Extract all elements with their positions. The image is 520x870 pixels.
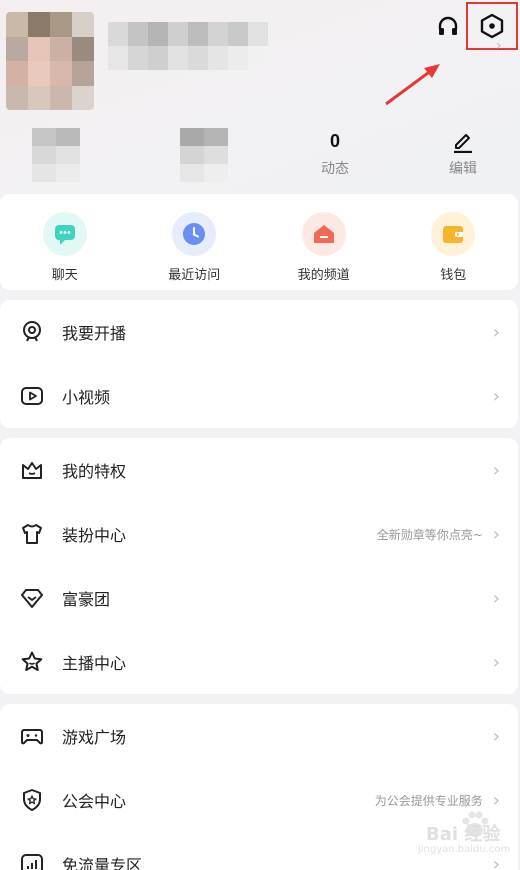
wallet-icon [431, 212, 476, 256]
crown-icon [18, 456, 46, 484]
menu-hint: 全新勋章等你点亮~ [376, 527, 483, 542]
quick-channel[interactable]: 我的频道 [269, 212, 379, 290]
menu-label: 装扮中心 [62, 526, 127, 545]
name-mosaic-cell [128, 46, 148, 70]
avatar-mosaic-cell [50, 12, 72, 37]
avatar-mosaic-cell [50, 85, 72, 110]
name-mosaic-cell [208, 46, 228, 70]
chevron-right-icon: › [492, 385, 500, 407]
play-icon [18, 382, 46, 410]
stat-value-blurred [180, 128, 228, 182]
posts-count: 0 [329, 131, 340, 151]
avatar[interactable] [6, 12, 94, 110]
webcam-icon [18, 318, 46, 346]
header-chevron-icon: › [496, 38, 502, 54]
quick-label: 我的频道 [297, 268, 350, 283]
baidu-watermark: Bai 经验 jingyan.baidu.com [398, 808, 511, 860]
shield-icon [18, 786, 46, 814]
name-mosaic-cell [188, 46, 208, 70]
avatar-mosaic-cell [6, 12, 28, 37]
stat-posts[interactable]: 0 动态 [295, 128, 375, 178]
shirt-icon [18, 520, 46, 548]
menu-item-short-video[interactable]: 小视频 › [0, 364, 518, 428]
menu-label: 小视频 [62, 388, 111, 407]
avatar-mosaic-cell [50, 36, 72, 61]
menu-card-privileges: 我的特权 › 装扮中心 全新勋章等你点亮~ › 富豪团 › 主播中心 › [0, 438, 518, 694]
menu-item-rich-club[interactable]: 富豪团 › [0, 566, 518, 630]
headset-icon[interactable] [432, 10, 464, 42]
avatar-mosaic-cell [28, 12, 50, 37]
chevron-right-icon: › [492, 321, 500, 343]
menu-label: 公会中心 [62, 792, 127, 811]
chevron-right-icon: › [492, 725, 500, 747]
chevron-right-icon: › [492, 459, 500, 481]
clock-icon [172, 212, 217, 256]
name-mosaic-cell [108, 22, 128, 46]
menu-label: 富豪团 [62, 590, 111, 609]
edit-label: 编辑 [449, 161, 477, 177]
menu-card-live: 我要开播 › 小视频 › [0, 300, 518, 428]
settings-icon[interactable] [466, 2, 518, 50]
name-mosaic-cell [148, 46, 168, 70]
house-icon [301, 212, 346, 256]
menu-label: 我要开播 [62, 324, 127, 343]
quick-label: 最近访问 [168, 268, 221, 283]
chevron-right-icon: › [492, 587, 500, 609]
name-mosaic-cell [168, 46, 188, 70]
name-mosaic-cell [188, 22, 208, 46]
chevron-right-icon: › [492, 523, 500, 545]
quick-actions-card: 聊天 最近访问 我的频道 钱包 [0, 194, 518, 290]
quick-recent[interactable]: 最近访问 [139, 212, 249, 290]
username-blurred [108, 22, 268, 70]
chevron-right-icon: › [492, 651, 500, 673]
star-icon [18, 648, 46, 676]
avatar-mosaic-cell [6, 36, 28, 61]
menu-label: 主播中心 [62, 654, 127, 673]
avatar-mosaic-cell [28, 36, 50, 61]
quick-label: 钱包 [440, 268, 467, 283]
menu-label: 游戏广场 [62, 728, 127, 747]
stat-value-blurred [32, 128, 80, 182]
menu-label: 我的特权 [62, 462, 127, 481]
quick-label: 聊天 [51, 268, 78, 283]
menu-item-anchor-center[interactable]: 主播中心 › [0, 630, 518, 694]
signal-icon [18, 850, 46, 870]
avatar-mosaic-cell [6, 61, 28, 86]
name-mosaic-cell [248, 46, 268, 70]
avatar-mosaic-cell [6, 85, 28, 110]
quick-wallet[interactable]: 钱包 [398, 212, 508, 290]
gamepad-icon [18, 722, 46, 750]
annotation-arrow-icon [385, 64, 440, 106]
name-mosaic-cell [228, 46, 248, 70]
name-mosaic-cell [228, 22, 248, 46]
name-mosaic-cell [108, 46, 128, 70]
avatar-mosaic-cell [72, 85, 94, 110]
menu-item-game-plaza[interactable]: 游戏广场 › [0, 704, 518, 768]
menu-item-privileges[interactable]: 我的特权 › [0, 438, 518, 502]
menu-hint: 为公会提供专业服务 [374, 793, 483, 808]
avatar-mosaic-cell [72, 12, 94, 37]
menu-item-go-live[interactable]: 我要开播 › [0, 300, 518, 364]
chat-icon [42, 212, 87, 256]
avatar-mosaic-cell [50, 61, 72, 86]
avatar-mosaic-cell [72, 61, 94, 86]
name-mosaic-cell [168, 22, 188, 46]
quick-chat[interactable]: 聊天 [10, 212, 120, 290]
name-mosaic-cell [148, 22, 168, 46]
avatar-mosaic-cell [28, 61, 50, 86]
name-mosaic-cell [208, 22, 228, 46]
watermark-sub: jingyan.baidu.com [418, 844, 511, 855]
avatar-mosaic-cell [72, 36, 94, 61]
stat-blurred-2[interactable] [164, 128, 244, 182]
watermark-text: Bai 经验 [426, 824, 501, 845]
menu-item-dressup[interactable]: 装扮中心 全新勋章等你点亮~ › [0, 502, 518, 566]
stat-blurred-1[interactable] [16, 128, 96, 182]
stat-edit[interactable]: 编辑 [423, 128, 503, 178]
name-mosaic-cell [248, 22, 268, 46]
avatar-mosaic-cell [28, 85, 50, 110]
pencil-icon [423, 128, 503, 154]
diamond-icon [18, 584, 46, 612]
posts-label: 动态 [321, 161, 349, 177]
name-mosaic-cell [128, 22, 148, 46]
